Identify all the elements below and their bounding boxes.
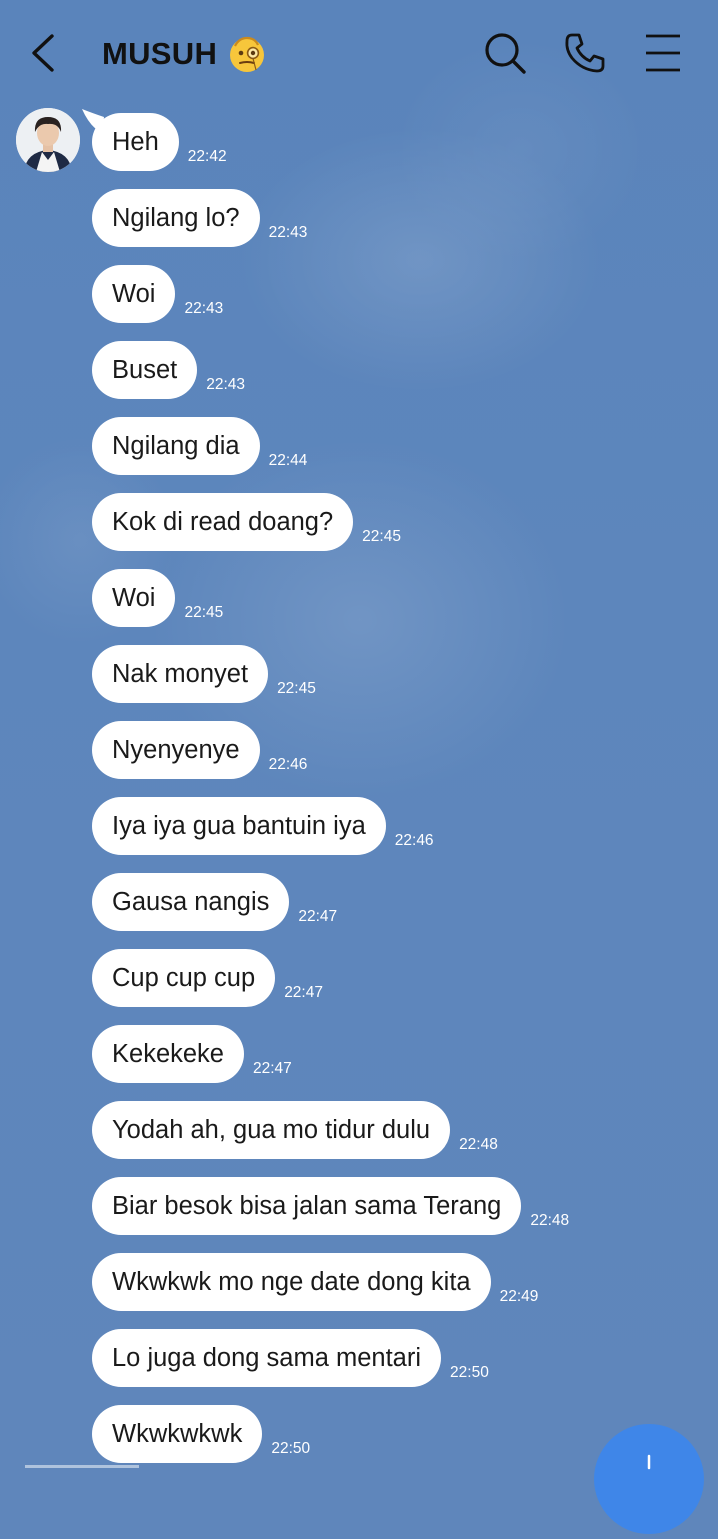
- message-text: Nak monyet: [112, 660, 249, 688]
- message-text: Biar besok bisa jalan sama Terang: [112, 1192, 502, 1220]
- message-bubble[interactable]: Lo juga dong sama mentari: [92, 1329, 442, 1387]
- face-with-monocle-emoji: [230, 36, 265, 72]
- menu-icon: [646, 34, 680, 72]
- message-time: 22:50: [450, 1364, 489, 1381]
- chat-message: Buset 22:43: [92, 341, 245, 399]
- message-bubble[interactable]: Iya iya gua bantuin iya: [92, 797, 386, 855]
- message-text: Woi: [112, 584, 156, 612]
- message-bubble[interactable]: Wkwkwk mo nge date dong kita: [92, 1253, 491, 1311]
- message-bubble[interactable]: Gausa nangis: [92, 873, 290, 931]
- message-text: Buset: [112, 356, 178, 384]
- chat-message: Biar besok bisa jalan sama Terang 22:48: [92, 1177, 569, 1235]
- chat-title[interactable]: MUSUH: [102, 34, 267, 74]
- contact-avatar[interactable]: [16, 108, 80, 172]
- chat-message: Woi 22:45: [92, 569, 223, 627]
- message-time: 22:49: [499, 1288, 539, 1305]
- message-text: Ngilang dia: [112, 432, 240, 460]
- search-icon: [485, 33, 526, 74]
- message-text: Heh: [112, 128, 159, 156]
- chat-message: Yodah ah, gua mo tidur dulu 22:48: [92, 1101, 498, 1159]
- chat-message: Ngilang lo? 22:43: [92, 189, 307, 247]
- chat-message: Heh 22:42: [82, 109, 227, 171]
- avatar-icon: [16, 108, 80, 172]
- message-bubble[interactable]: Kekekeke: [92, 1025, 244, 1083]
- chat-message: Wkwkwk mo nge date dong kita 22:49: [92, 1253, 538, 1311]
- message-text: Iya iya gua bantuin iya: [112, 812, 366, 840]
- message-time: 22:45: [362, 528, 401, 545]
- chat-message: Nak monyet 22:45: [92, 645, 316, 703]
- chat-message: Kok di read doang? 22:45: [92, 493, 401, 551]
- message-text: Cup cup cup: [112, 964, 256, 992]
- message-text: Kok di read doang?: [112, 508, 334, 536]
- menu-button[interactable]: [640, 30, 686, 76]
- message-time: 22:47: [253, 1060, 292, 1077]
- message-text: Ngilang lo?: [112, 204, 240, 232]
- message-time: 22:43: [268, 224, 308, 241]
- message-text: Wkwkwkwk: [112, 1420, 243, 1448]
- chat-message: Kekekeke 22:47: [92, 1025, 292, 1083]
- message-text: Gausa nangis: [112, 888, 270, 916]
- message-bubble[interactable]: Kok di read doang?: [92, 493, 354, 551]
- message-time: 22:43: [184, 300, 224, 317]
- message-time: 22:46: [268, 756, 308, 773]
- message-time: 22:47: [284, 984, 323, 1001]
- message-text: Yodah ah, gua mo tidur dulu: [112, 1116, 431, 1144]
- arrow-down-icon: [647, 1454, 651, 1470]
- chat-message: Cup cup cup 22:47: [92, 949, 323, 1007]
- bubble-tail: [82, 109, 104, 133]
- message-bubble[interactable]: Wkwkwkwk: [92, 1405, 263, 1463]
- message-text: Nyenyenye: [112, 736, 240, 764]
- message-text: Lo juga dong sama mentari: [112, 1344, 422, 1372]
- message-time: 22:46: [394, 832, 434, 849]
- message-bubble[interactable]: Yodah ah, gua mo tidur dulu: [92, 1101, 451, 1159]
- message-time: 22:48: [459, 1136, 498, 1153]
- message-bubble[interactable]: Woi: [92, 569, 176, 627]
- chat-header: MUSUH: [0, 0, 718, 106]
- message-bubble[interactable]: Ngilang lo?: [92, 189, 260, 247]
- back-button[interactable]: [22, 30, 66, 76]
- message-text: Woi: [112, 280, 156, 308]
- scroll-to-bottom-button[interactable]: [594, 1424, 704, 1534]
- message-time: 22:43: [206, 376, 246, 393]
- message-bubble[interactable]: Ngilang dia: [92, 417, 260, 475]
- message-bubble[interactable]: Cup cup cup: [92, 949, 276, 1007]
- phone-icon: [565, 33, 605, 73]
- message-time: 22:48: [530, 1212, 570, 1229]
- call-button[interactable]: [562, 30, 608, 76]
- chat-message: Ngilang dia 22:44: [92, 417, 307, 475]
- chat-message: Iya iya gua bantuin iya 22:46: [92, 797, 434, 855]
- chat-message: Lo juga dong sama mentari 22:50: [92, 1329, 489, 1387]
- message-bubble[interactable]: Heh: [82, 109, 179, 171]
- message-bubble[interactable]: Buset: [92, 341, 198, 399]
- back-chevron-icon: [32, 34, 54, 72]
- message-bubble[interactable]: Biar besok bisa jalan sama Terang: [92, 1177, 522, 1235]
- message-time: 22:50: [271, 1440, 311, 1457]
- message-text: Wkwkwk mo nge date dong kita: [112, 1268, 471, 1296]
- message-bubble[interactable]: Nyenyenye: [92, 721, 260, 779]
- message-time: 22:47: [298, 908, 338, 925]
- chat-message: Nyenyenye 22:46: [92, 721, 307, 779]
- chat-message: Wkwkwkwk 22:50: [92, 1405, 310, 1463]
- message-bubble[interactable]: Woi: [92, 265, 176, 323]
- message-bubble[interactable]: Nak monyet: [92, 645, 269, 703]
- message-time: 22:42: [187, 148, 227, 165]
- message-time: 22:44: [268, 452, 308, 469]
- message-text: Kekekeke: [112, 1040, 224, 1068]
- chat-message: Woi 22:43: [92, 265, 223, 323]
- chat-message: Gausa nangis 22:47: [92, 873, 337, 931]
- message-time: 22:45: [184, 604, 224, 621]
- search-button[interactable]: [482, 30, 528, 76]
- contact-name: MUSUH: [102, 36, 218, 71]
- message-time: 22:45: [277, 680, 316, 697]
